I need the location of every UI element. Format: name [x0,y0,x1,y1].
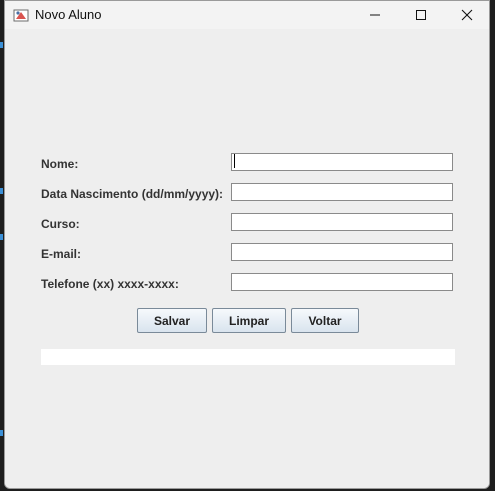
form-panel: Nome: Data Nascimento (dd/mm/yyyy): Curs… [5,29,489,488]
maximize-button[interactable] [398,1,444,29]
salvar-button[interactable]: Salvar [137,308,207,333]
telefone-input[interactable] [231,273,453,291]
telefone-label: Telefone (xx) xxxx-xxxx: [41,277,179,291]
java-app-icon [13,9,29,22]
voltar-button[interactable]: Voltar [291,308,359,333]
data-nascimento-input[interactable] [231,183,453,201]
limpar-button[interactable]: Limpar [212,308,286,333]
data-nascimento-label: Data Nascimento (dd/mm/yyyy): [41,187,224,201]
editor-marker [0,42,3,48]
minimize-icon [370,14,380,16]
editor-marker [0,188,3,194]
novo-aluno-window: Novo Aluno Nome: Data Nascimento (dd/mm/… [4,0,490,489]
close-icon [461,9,473,21]
title-bar[interactable]: Novo Aluno [5,1,489,29]
minimize-button[interactable] [352,1,398,29]
email-input[interactable] [231,243,453,261]
text-caret [234,154,235,168]
curso-input[interactable] [231,213,453,231]
nome-label: Nome: [41,157,79,171]
status-message-area [41,349,455,365]
window-title: Novo Aluno [35,7,102,22]
editor-marker [0,430,3,436]
close-button[interactable] [444,1,489,29]
maximize-icon [416,10,426,20]
email-label: E-mail: [41,247,82,261]
editor-marker [0,234,3,240]
nome-input[interactable] [231,153,453,171]
curso-label: Curso: [41,217,80,231]
